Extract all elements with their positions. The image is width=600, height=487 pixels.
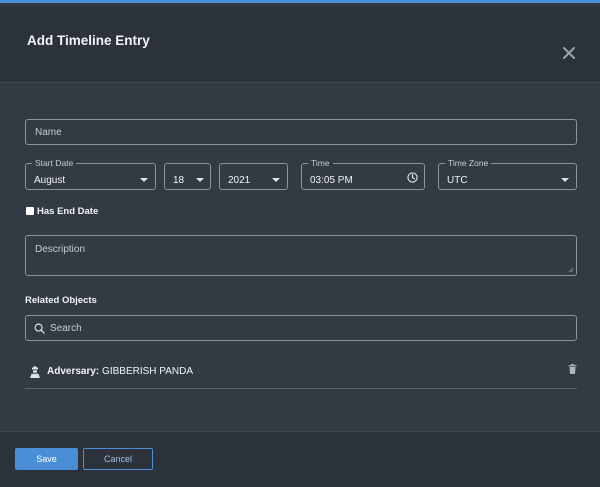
search-placeholder: Search: [50, 323, 82, 334]
name-placeholder: Name: [35, 127, 62, 138]
dialog-footer: Save Cancel: [0, 431, 600, 487]
clock-icon[interactable]: [407, 172, 418, 183]
description-textarea[interactable]: Description: [25, 235, 577, 276]
timezone-value: UTC: [447, 175, 468, 186]
name-field[interactable]: Name: [25, 119, 577, 145]
trash-icon[interactable]: [568, 364, 577, 374]
related-object-label: Adversary: GIBBERISH PANDA: [47, 366, 193, 377]
timezone-select[interactable]: Time Zone UTC: [438, 158, 577, 190]
description-placeholder: Description: [35, 244, 86, 255]
has-end-date-label[interactable]: Has End Date: [37, 206, 98, 217]
chevron-down-icon: [272, 178, 280, 182]
dialog-header: Add Timeline Entry: [0, 6, 600, 83]
add-timeline-entry-dialog: Add Timeline Entry Name Start Date Augus…: [0, 0, 600, 487]
start-year-value: 2021: [228, 175, 251, 186]
start-month-select[interactable]: Start Date August: [25, 158, 156, 190]
start-day-value: 18: [173, 175, 185, 186]
start-date-label: Start Date: [32, 158, 77, 168]
related-search-input[interactable]: Search: [25, 315, 577, 341]
time-value: 03:05 PM: [310, 175, 353, 186]
dialog-title: Add Timeline Entry: [27, 33, 150, 48]
search-icon: [34, 323, 45, 334]
related-object-row: Adversary: GIBBERISH PANDA: [25, 357, 577, 389]
time-input[interactable]: Time 03:05 PM: [301, 158, 425, 190]
timezone-label: Time Zone: [445, 158, 492, 168]
related-object-type: Adversary:: [47, 366, 100, 377]
close-icon[interactable]: [562, 46, 576, 60]
start-month-value: August: [34, 175, 66, 186]
chevron-down-icon: [561, 178, 569, 182]
chevron-down-icon: [140, 178, 148, 182]
start-day-select[interactable]: 18: [164, 163, 211, 190]
resize-handle-icon[interactable]: [568, 267, 574, 273]
cancel-button[interactable]: Cancel: [83, 448, 153, 470]
time-label: Time: [308, 158, 333, 168]
start-year-select[interactable]: 2021: [219, 163, 288, 190]
has-end-date-checkbox[interactable]: [26, 207, 34, 215]
related-objects-heading: Related Objects: [25, 295, 97, 306]
related-object-name: GIBBERISH PANDA: [102, 366, 193, 377]
save-button[interactable]: Save: [15, 448, 78, 470]
chevron-down-icon: [196, 178, 204, 182]
adversary-icon: [30, 366, 40, 378]
